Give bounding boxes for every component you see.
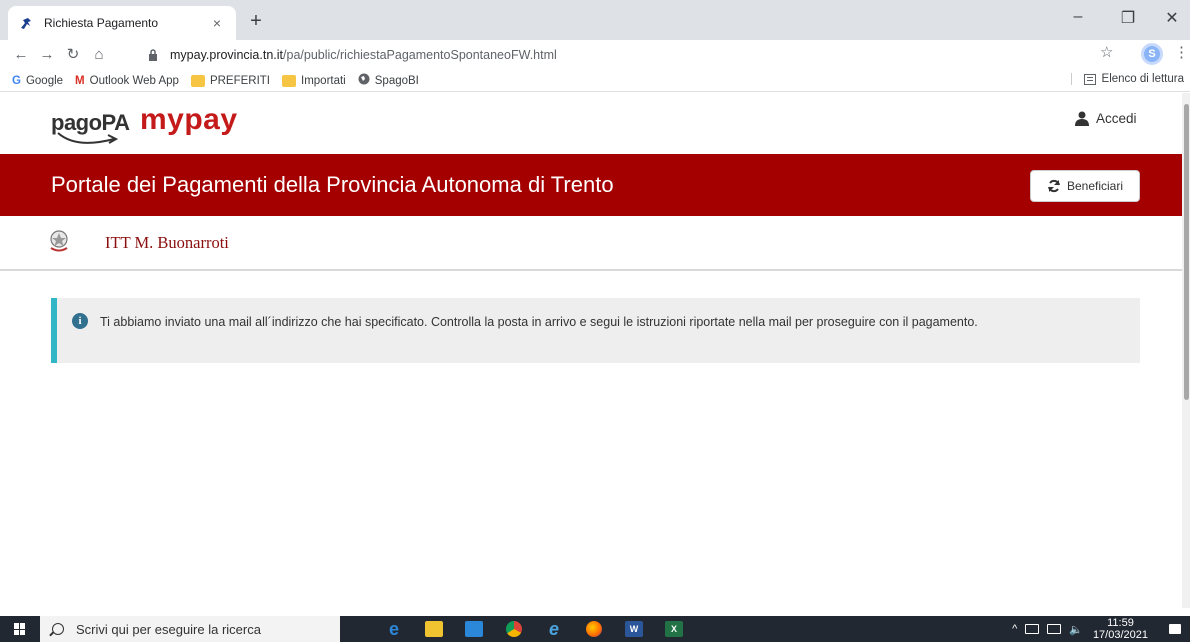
folder-icon — [190, 74, 205, 87]
taskbar-search-input[interactable]: Scrivi qui per eseguire la ricerca — [40, 616, 340, 642]
portal-banner: Portale dei Pagamenti della Provincia Au… — [0, 154, 1182, 216]
bookmark-spagobi[interactable]: SpagoBI — [358, 73, 419, 88]
word-icon[interactable]: W — [614, 616, 654, 642]
bookmark-label: Outlook Web App — [89, 74, 179, 87]
mypay-logo[interactable]: mypay — [140, 103, 238, 137]
reading-list-button[interactable]: Elenco di lettura — [1070, 73, 1184, 85]
edge-legacy-icon[interactable]: e — [374, 616, 414, 642]
reload-icon[interactable]: ↻ — [62, 44, 84, 66]
bookmark-folder-preferiti[interactable]: PREFERITI — [190, 74, 270, 87]
folder-icon — [282, 74, 296, 87]
address-bar[interactable]: mypay.provincia.tn.it/pa/public/richiest… — [148, 44, 1082, 66]
site-header: pagoPA mypay Accedi — [0, 93, 1182, 153]
chrome-icon[interactable] — [494, 616, 534, 642]
system-tray: ^ 🔈 11:59 17/03/2021 — [1012, 616, 1190, 642]
bookmark-label: Google — [25, 74, 64, 87]
tab-close-icon[interactable]: × — [208, 15, 226, 31]
windows-taskbar: Scrivi qui per eseguire la ricerca e e W… — [0, 616, 1190, 642]
reading-list-icon — [1083, 73, 1096, 85]
bookmark-outlook[interactable]: M Outlook Web App — [75, 75, 179, 87]
bookmarks-bar: G Google M Outlook Web App PREFERITI Imp… — [0, 70, 1190, 92]
gmail-icon: M — [75, 74, 85, 87]
info-alert: i Ti abbiamo inviato una mail all´indiri… — [51, 298, 1140, 363]
windows-icon — [14, 623, 26, 635]
firefox-icon[interactable] — [574, 616, 614, 642]
globe-icon — [358, 73, 370, 88]
bookmark-label: SpagoBI — [374, 74, 419, 87]
browser-tabstrip: Richiesta Pagamento × + – ❐ ✕ — [0, 0, 1190, 40]
italian-emblem-icon — [50, 230, 68, 252]
user-icon — [1075, 111, 1089, 126]
login-label: Accedi — [1096, 110, 1137, 126]
forward-icon[interactable]: → — [36, 44, 58, 66]
page-content: pagoPA mypay Accedi Portale dei Pagament… — [0, 93, 1182, 608]
home-icon[interactable]: ⌂ — [88, 44, 110, 66]
scrollbar-thumb[interactable] — [1184, 104, 1189, 400]
beneficiari-label: Beneficiari — [1066, 179, 1124, 193]
beneficiari-button[interactable]: Beneficiari — [1030, 170, 1140, 202]
meet-now-icon[interactable] — [1025, 624, 1040, 634]
notification-icon — [1169, 624, 1181, 634]
lock-icon — [148, 49, 162, 61]
store-icon[interactable] — [454, 616, 494, 642]
minimize-icon[interactable]: – — [1058, 8, 1098, 26]
google-icon: G — [12, 74, 21, 87]
search-icon — [52, 623, 64, 635]
menu-kebab-icon[interactable]: ⋮ — [1174, 43, 1189, 61]
url-path: /pa/public/richiestaPagamentoSpontaneoFW… — [283, 48, 557, 62]
excel-icon[interactable]: X — [654, 616, 694, 642]
taskbar-clock[interactable]: 11:59 17/03/2021 — [1093, 617, 1148, 641]
close-window-icon[interactable]: ✕ — [1152, 8, 1190, 28]
entity-name: ITT M. Buonarroti — [105, 233, 229, 252]
notification-button[interactable] — [1160, 616, 1190, 642]
volume-icon[interactable]: 🔈 — [1069, 623, 1083, 636]
profile-avatar[interactable]: S — [1141, 43, 1163, 65]
file-explorer-icon[interactable] — [414, 616, 454, 642]
tab-title: Richiesta Pagamento — [44, 16, 159, 30]
browser-tab[interactable]: Richiesta Pagamento × — [8, 6, 236, 40]
entity-bar: ITT M. Buonarroti — [0, 216, 1182, 271]
login-button[interactable]: Accedi — [1074, 110, 1137, 126]
portal-title: Portale dei Pagamenti della Provincia Au… — [51, 172, 614, 197]
bookmark-google[interactable]: G Google — [12, 75, 63, 87]
start-button[interactable] — [0, 616, 40, 642]
network-icon[interactable] — [1047, 624, 1062, 634]
alert-message: Ti abbiamo inviato una mail all´indirizz… — [100, 315, 978, 329]
refresh-icon — [1048, 179, 1060, 193]
url-host: mypay.provincia.tn.it — [170, 48, 284, 62]
taskbar-search-placeholder: Scrivi qui per eseguire la ricerca — [76, 621, 261, 637]
new-tab-button[interactable]: + — [244, 10, 268, 34]
bookmark-folder-importati[interactable]: Importati — [282, 74, 346, 87]
clock-date: 17/03/2021 — [1092, 629, 1148, 641]
pagopa-swoosh-icon — [57, 132, 119, 144]
reading-list-label: Elenco di lettura — [1101, 73, 1184, 85]
browser-toolbar: ← → ↻ ⌂ mypay.provincia.tn.it/pa/public/… — [0, 40, 1190, 70]
bookmark-label: PREFERITI — [209, 74, 270, 87]
chevron-up-icon[interactable]: ^ — [1012, 623, 1017, 635]
clock-time: 11:59 — [1107, 617, 1134, 629]
internet-explorer-icon[interactable]: e — [534, 616, 574, 642]
back-icon[interactable]: ← — [10, 44, 32, 66]
bookmark-star-icon[interactable]: ☆ — [1100, 43, 1113, 61]
bookmark-label: Importati — [301, 74, 346, 87]
restore-icon[interactable]: ❐ — [1108, 8, 1148, 28]
info-icon: i — [72, 313, 88, 329]
runner-favicon-icon — [18, 15, 34, 31]
